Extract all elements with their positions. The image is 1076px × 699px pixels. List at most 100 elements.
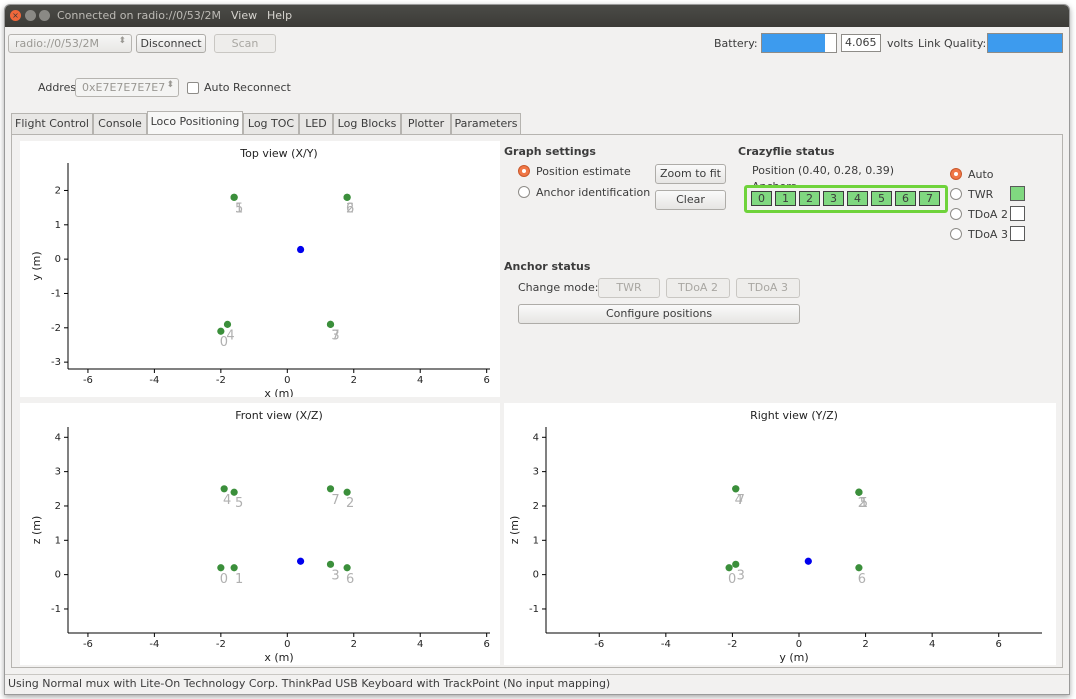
set-tdoa2-button[interactable]: TDoA 2 [666, 278, 730, 298]
tab-plotter[interactable]: Plotter [401, 113, 451, 135]
mode-twr-label: TWR [968, 188, 994, 201]
close-icon[interactable]: × [10, 10, 21, 21]
x-tick-label: -2 [216, 639, 226, 650]
y-tick-label: 0 [55, 570, 61, 581]
configure-positions-button[interactable]: Configure positions [518, 304, 800, 324]
anchor-label-6: 6 [858, 572, 866, 587]
menu-help[interactable]: Help [267, 9, 292, 22]
x-tick-label: 4 [417, 375, 423, 386]
anchor-point-0 [217, 327, 225, 335]
menu-view[interactable]: View [231, 9, 257, 22]
y-tick-label: 1 [55, 220, 61, 231]
x-tick-label: 4 [929, 639, 935, 650]
address-input[interactable]: 0xE7E7E7E7E7 ⬍ [75, 78, 179, 97]
y-tick-label: 4 [55, 432, 61, 443]
y-tick-label: 0 [55, 254, 61, 265]
anchor-label-0: 0 [220, 572, 228, 587]
uri-select[interactable]: radio://0/53/2M ⬍ [8, 34, 132, 53]
minimize-icon[interactable] [25, 10, 36, 21]
y-tick-label: -2 [51, 323, 61, 334]
title-bar: × Connected on radio://0/53/2M View Help [5, 5, 1069, 27]
battery-bar-fill [762, 34, 825, 52]
x-tick-label: 0 [284, 375, 290, 386]
tab-console[interactable]: Console [93, 113, 147, 135]
mode-tdoa3-radio[interactable] [950, 228, 962, 240]
mode-twr-radio[interactable] [950, 188, 962, 200]
tab-flight-control[interactable]: Flight Control [11, 113, 93, 135]
anchors-indicator-group: 0 1 2 3 4 5 6 7 [744, 185, 948, 213]
y-tick-label: -3 [51, 357, 61, 368]
maximize-icon[interactable] [39, 10, 50, 21]
anchor-label-5: 5 [235, 201, 243, 216]
anchor-indicator-6: 6 [895, 191, 916, 206]
x-tick-label: -2 [216, 375, 226, 386]
anchor-label-7: 7 [331, 328, 339, 343]
anchor-label-6: 6 [346, 201, 354, 216]
y-tick-label: -1 [529, 604, 539, 615]
anchor-label-7: 7 [737, 493, 745, 508]
disconnect-button[interactable]: Disconnect [136, 34, 206, 53]
anchor-label-0: 0 [728, 572, 736, 587]
mode-tdoa2-radio[interactable] [950, 208, 962, 220]
loco-positioning-pane: Top view (X/Y) -6 -4 -2 0 2 4 6 -3 -2 -1 0 1 2 x (m) y … [11, 134, 1063, 668]
set-tdoa3-button[interactable]: TDoA 3 [736, 278, 800, 298]
anchor-indicator-3: 3 [823, 191, 844, 206]
chevron-updown-icon: ⬍ [118, 36, 126, 46]
volts-label: volts [887, 37, 914, 50]
zoom-to-fit-button[interactable]: Zoom to fit [655, 164, 726, 184]
anchor-point-6 [343, 564, 351, 572]
x-axis-label: y (m) [779, 651, 808, 664]
mode-tdoa3-label: TDoA 3 [968, 228, 1008, 241]
anchor-point-5 [230, 193, 238, 201]
y-tick-label: 0 [533, 570, 539, 581]
anchor-point-7 [732, 485, 740, 493]
anchor-point-4 [223, 320, 232, 328]
window-title: Connected on radio://0/53/2M [57, 9, 221, 22]
anchor-label-4: 4 [226, 328, 234, 343]
y-tick-label: 3 [55, 467, 61, 478]
anchor-point-5 [230, 488, 238, 496]
position-value: (0.40, 0.28, 0.39) [798, 164, 895, 177]
x-tick-label: 2 [351, 375, 357, 386]
auto-reconnect-label: Auto Reconnect [204, 81, 291, 94]
anchor-point-0 [217, 564, 225, 572]
mode-auto-label: Auto [968, 168, 994, 181]
y-axis-label: z (m) [508, 516, 521, 545]
link-quality-bar [987, 33, 1063, 53]
change-mode-label: Change mode: [518, 281, 599, 294]
chart-title: Front view (X/Z) [235, 409, 323, 422]
y-tick-label: 4 [533, 432, 539, 443]
chart-title: Top view (X/Y) [239, 147, 317, 160]
spin-arrows-icon[interactable]: ⬍ [166, 80, 174, 90]
top-view-plot: Top view (X/Y) -6 -4 -2 0 2 4 6 -3 -2 -1 0 1 2 x (m) y … [20, 141, 500, 397]
anchor-identification-radio[interactable] [518, 186, 530, 198]
anchor-label-1: 1 [235, 572, 243, 587]
y-tick-label: 1 [55, 535, 61, 546]
scan-button[interactable]: Scan [214, 34, 276, 53]
position-estimate-radio[interactable] [518, 165, 530, 177]
tab-loco-positioning[interactable]: Loco Positioning [147, 111, 243, 135]
battery-value: 4.065 [841, 34, 881, 52]
x-tick-label: -6 [83, 639, 93, 650]
crazyflie-status-title: Crazyflie status [738, 145, 835, 158]
anchor-indicator-1: 1 [775, 191, 796, 206]
y-tick-label: 1 [533, 535, 539, 546]
auto-reconnect-checkbox[interactable] [187, 82, 199, 94]
mode-auto-radio[interactable] [950, 168, 962, 180]
x-tick-label: -2 [727, 639, 737, 650]
tab-log-toc[interactable]: Log TOC [243, 113, 299, 135]
anchor-point-0 [725, 564, 733, 572]
tab-led[interactable]: LED [299, 113, 333, 135]
anchor-label-6: 6 [346, 572, 354, 587]
anchor-point-5 [855, 488, 863, 496]
position-estimate-point [296, 557, 305, 565]
x-tick-label: 6 [996, 639, 1002, 650]
x-tick-label: 6 [483, 375, 489, 386]
clear-button[interactable]: Clear [655, 190, 726, 210]
status-bar: Using Normal mux with Lite-On Technology… [5, 674, 1069, 694]
tab-parameters[interactable]: Parameters [451, 113, 521, 135]
address-value: 0xE7E7E7E7E7 [82, 81, 166, 94]
position-estimate-point [804, 557, 812, 565]
tab-log-blocks[interactable]: Log Blocks [333, 113, 401, 135]
set-twr-button[interactable]: TWR [598, 278, 660, 298]
